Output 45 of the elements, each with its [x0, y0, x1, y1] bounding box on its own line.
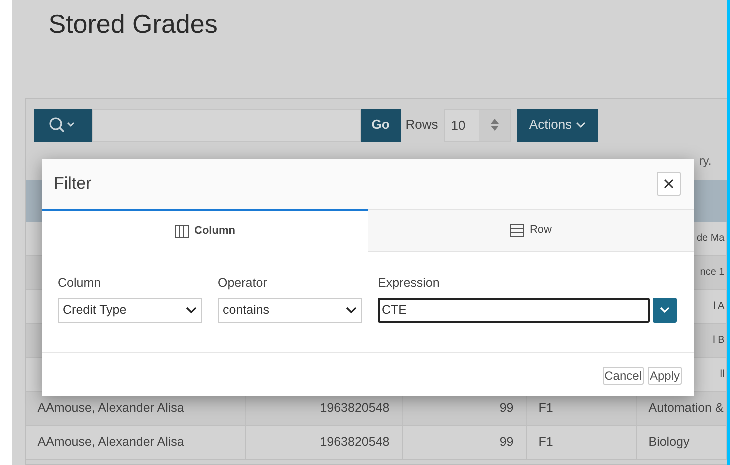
field-label: Operator	[218, 275, 268, 292]
tab[interactable]: Row	[368, 209, 694, 252]
table-cell-text: l A	[714, 300, 725, 314]
dialog-button[interactable]: Cancel	[602, 366, 644, 384]
sort-arrows-icon	[490, 119, 499, 131]
field-label: Column	[58, 275, 102, 292]
tab[interactable]: Column	[42, 209, 368, 252]
table-cell-text: AAmouse, Alexander Alisa	[38, 434, 184, 452]
table-cell-text: Biology	[648, 434, 690, 452]
field-label: Expression	[378, 275, 441, 292]
chevron-down-icon	[346, 306, 357, 314]
search-icon	[48, 117, 77, 133]
dialog-button[interactable]: Apply	[648, 366, 682, 384]
dropdown[interactable]: Credit Type	[58, 298, 202, 323]
report-description: ry.	[699, 153, 712, 170]
table-cell-text: 99	[500, 434, 514, 452]
table-cell-text: l B	[713, 334, 725, 348]
rows-label: Rows	[406, 116, 438, 134]
dropdown[interactable]: contains	[218, 298, 362, 323]
table-cell-text: F1	[538, 400, 554, 418]
close-icon	[664, 179, 674, 189]
table-cell-text: Automation &	[648, 400, 724, 418]
columns-icon	[174, 225, 189, 238]
page-title: Stored Grades	[48, 8, 218, 41]
table-cell-text: ll	[720, 368, 725, 382]
table-cell-text: nce 1	[700, 266, 725, 280]
rows-icon	[510, 224, 524, 237]
chevron-down-icon	[186, 306, 197, 314]
dropdown-button[interactable]	[653, 298, 677, 323]
search-menu-button[interactable]	[34, 108, 92, 142]
close-button[interactable]	[657, 172, 681, 196]
expression-field[interactable]: CTE	[378, 298, 650, 323]
chevron-down-icon	[660, 307, 670, 314]
go-button[interactable]: Go	[360, 108, 401, 142]
chevron-down-icon	[576, 122, 586, 128]
table-cell-text: de Ma	[696, 232, 725, 246]
search-field[interactable]	[92, 108, 361, 142]
table-cell-text: 99	[500, 400, 514, 418]
actions-button[interactable]: Actions	[517, 108, 598, 142]
table-cell-text: 1963820548	[320, 434, 390, 452]
table-cell-text: F1	[538, 434, 554, 452]
table-cell-text: AAmouse, Alexander Alisa	[38, 400, 184, 418]
rows-select[interactable]: 10	[444, 108, 512, 142]
dialog-title: Filter	[54, 173, 92, 196]
table-cell-text: 1963820548	[320, 400, 390, 418]
